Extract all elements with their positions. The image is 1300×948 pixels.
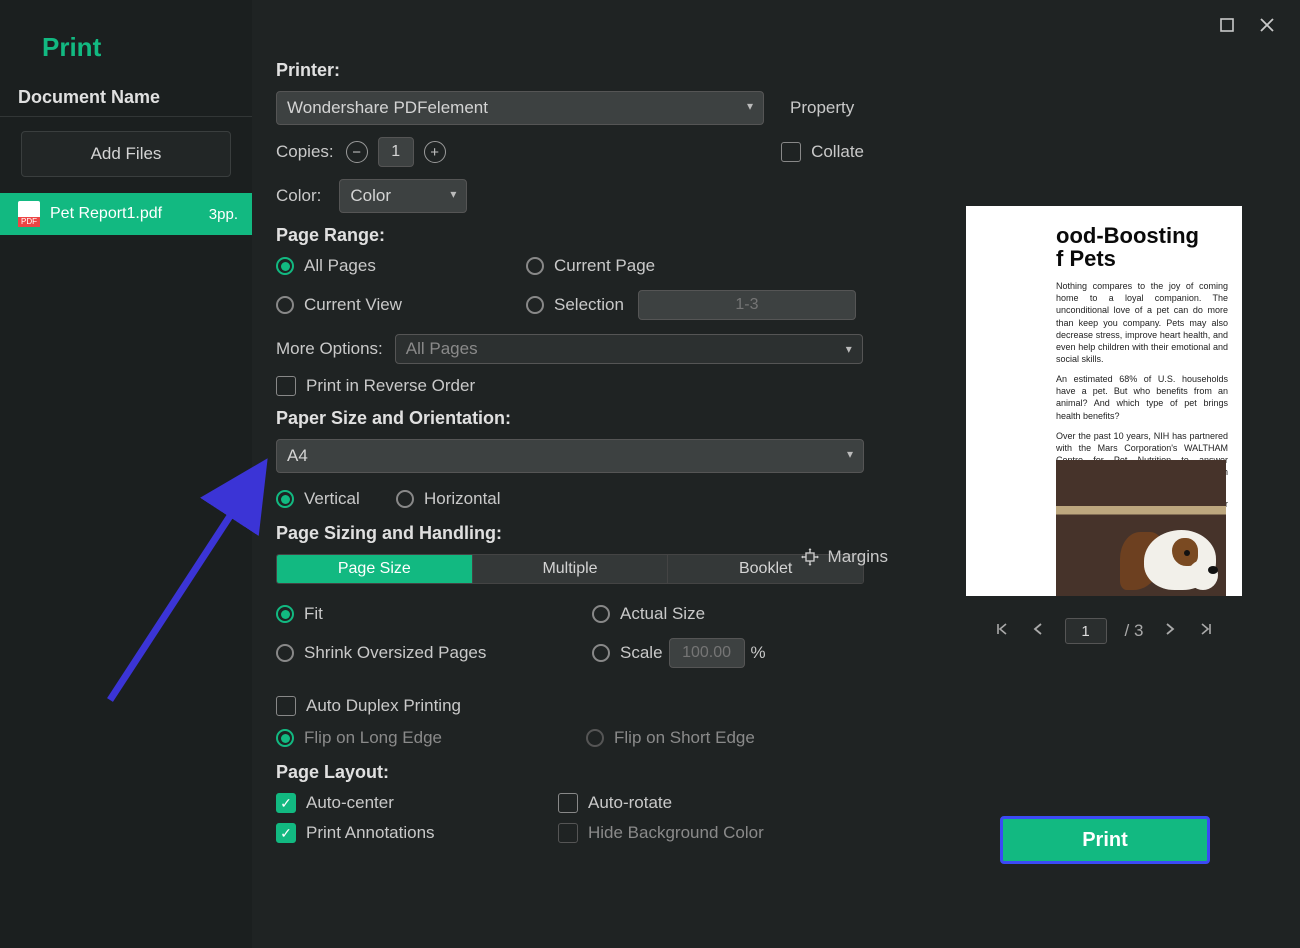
preview-title-2: f Pets — [1056, 246, 1116, 271]
maximize-button[interactable] — [1218, 16, 1236, 34]
fit-radio[interactable] — [276, 605, 294, 623]
color-dropdown[interactable]: Color — [339, 179, 467, 213]
scale-input[interactable] — [669, 638, 745, 668]
preview-panel: ood-Boosting f Pets Nothing compares to … — [930, 0, 1300, 948]
more-options-dropdown[interactable]: All Pages — [395, 334, 863, 364]
page-number-input[interactable] — [1065, 618, 1107, 644]
paper-size-label: Paper Size and Orientation: — [276, 408, 886, 429]
print-button[interactable]: Print — [1000, 816, 1210, 864]
margins-icon — [800, 547, 820, 567]
all-pages-label: All Pages — [304, 256, 376, 276]
preview-title-1: ood-Boosting — [1056, 223, 1199, 248]
maximize-icon — [1220, 18, 1234, 32]
tab-page-size[interactable]: Page Size — [277, 555, 472, 583]
reverse-order-label: Print in Reverse Order — [306, 376, 475, 396]
copies-decrement-button[interactable]: − — [346, 141, 368, 163]
selection-range-input[interactable] — [638, 290, 856, 320]
close-button[interactable] — [1258, 16, 1276, 34]
page-range-label: Page Range: — [276, 225, 886, 246]
add-files-button[interactable]: Add Files — [21, 131, 231, 177]
file-page-count: 3pp. — [209, 206, 238, 223]
print-button-label: Print — [1082, 829, 1128, 852]
reverse-order-checkbox[interactable] — [276, 376, 296, 396]
selection-label: Selection — [554, 295, 624, 315]
paper-size-dropdown[interactable]: A4 — [276, 439, 864, 473]
sidebar: Print Document Name Add Files Pet Report… — [0, 0, 252, 948]
copies-label: Copies: — [276, 142, 334, 162]
document-name-label: Document Name — [0, 87, 252, 117]
printer-property-link[interactable]: Property — [790, 98, 854, 118]
file-name-label: Pet Report1.pdf — [50, 205, 209, 223]
page-sizing-label: Page Sizing and Handling: — [276, 523, 886, 544]
copies-input[interactable] — [378, 137, 414, 167]
preview-p2: An estimated 68% of U.S. households have… — [1056, 373, 1228, 422]
auto-center-checkbox[interactable] — [276, 793, 296, 813]
page-navigator: / 3 — [966, 618, 1242, 644]
last-page-button[interactable] — [1197, 621, 1215, 641]
collate-checkbox[interactable] — [781, 142, 801, 162]
sizing-tabs: Page Size Multiple Booklet — [276, 554, 864, 584]
scale-radio[interactable] — [592, 644, 610, 662]
auto-duplex-label: Auto Duplex Printing — [306, 696, 461, 716]
page-preview: ood-Boosting f Pets Nothing compares to … — [966, 206, 1242, 596]
fit-label: Fit — [304, 604, 323, 624]
orientation-horizontal-radio[interactable] — [396, 490, 414, 508]
current-page-label: Current Page — [554, 256, 655, 276]
scale-percent: % — [751, 643, 766, 663]
next-page-button[interactable] — [1161, 621, 1179, 641]
copies-increment-button[interactable]: + — [424, 141, 446, 163]
shrink-label: Shrink Oversized Pages — [304, 643, 486, 663]
color-label: Color: — [276, 186, 321, 206]
pdf-file-icon — [18, 201, 40, 227]
print-annotations-label: Print Annotations — [306, 823, 435, 843]
auto-rotate-label: Auto-rotate — [588, 793, 672, 813]
all-pages-radio[interactable] — [276, 257, 294, 275]
flip-short-edge-radio[interactable] — [586, 729, 604, 747]
page-layout-label: Page Layout: — [276, 762, 886, 783]
close-icon — [1260, 18, 1274, 32]
current-page-radio[interactable] — [526, 257, 544, 275]
orientation-vertical-radio[interactable] — [276, 490, 294, 508]
actual-size-label: Actual Size — [620, 604, 705, 624]
hide-bg-checkbox[interactable] — [558, 823, 578, 843]
printer-label: Printer: — [276, 60, 886, 81]
collate-label: Collate — [811, 142, 864, 162]
preview-p1: Nothing compares to the joy of coming ho… — [1056, 280, 1228, 365]
auto-rotate-checkbox[interactable] — [558, 793, 578, 813]
flip-long-edge-label: Flip on Long Edge — [304, 728, 442, 748]
color-value: Color — [350, 186, 391, 206]
shrink-radio[interactable] — [276, 644, 294, 662]
printer-value: Wondershare PDFelement — [287, 98, 488, 118]
dialog-title: Print — [0, 0, 252, 87]
printer-dropdown[interactable]: Wondershare PDFelement — [276, 91, 764, 125]
actual-size-radio[interactable] — [592, 605, 610, 623]
margins-button[interactable]: Margins — [800, 547, 888, 567]
total-pages-label: / 3 — [1125, 621, 1144, 641]
hide-bg-label: Hide Background Color — [588, 823, 764, 843]
first-page-button[interactable] — [993, 621, 1011, 641]
more-options-label: More Options: — [276, 339, 383, 359]
orientation-horizontal-label: Horizontal — [424, 489, 501, 509]
margins-label: Margins — [828, 547, 888, 567]
file-list-item[interactable]: Pet Report1.pdf 3pp. — [0, 193, 252, 235]
auto-center-label: Auto-center — [306, 793, 394, 813]
preview-image — [1056, 460, 1226, 596]
current-view-radio[interactable] — [276, 296, 294, 314]
dog-illustration — [1110, 506, 1220, 596]
flip-short-edge-label: Flip on Short Edge — [614, 728, 755, 748]
scale-label: Scale — [620, 643, 663, 663]
print-settings-panel: Printer: Wondershare PDFelement Property… — [276, 60, 886, 857]
more-options-value: All Pages — [406, 339, 478, 359]
tab-multiple[interactable]: Multiple — [472, 555, 668, 583]
current-view-label: Current View — [304, 295, 402, 315]
selection-radio[interactable] — [526, 296, 544, 314]
auto-duplex-checkbox[interactable] — [276, 696, 296, 716]
flip-long-edge-radio[interactable] — [276, 729, 294, 747]
paper-size-value: A4 — [287, 446, 308, 466]
print-annotations-checkbox[interactable] — [276, 823, 296, 843]
prev-page-button[interactable] — [1029, 621, 1047, 641]
orientation-vertical-label: Vertical — [304, 489, 360, 509]
